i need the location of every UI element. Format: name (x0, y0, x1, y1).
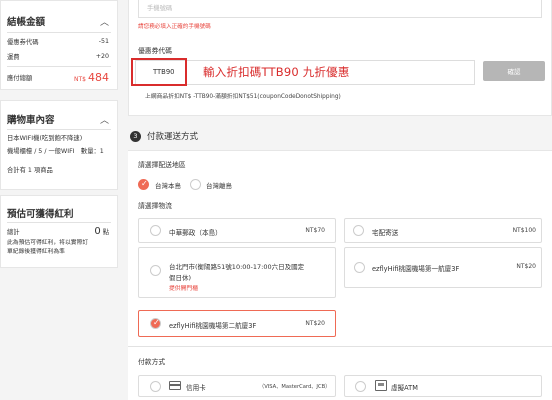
coupon-annotation: 輸入折扣碼TTB90 九折優惠 (203, 65, 350, 79)
coupon-discount-label: 優惠券代碼 (7, 39, 39, 46)
logistics-option-note: 提供開門櫃 (169, 286, 198, 292)
bonus-note-line2: 單紀錄後獲得紅利為準 (7, 249, 65, 255)
total-value: 484 (88, 71, 109, 84)
logistics-option-name: ezflyHifi桃園機場第一航廈3F (372, 265, 460, 273)
cart-contents-title: 購物車內容 (7, 115, 55, 126)
bonus-points-unit: 點 (102, 229, 109, 236)
checkout-main: 手機號碼 請您務必填入正確的手機號碼 優惠券代碼 TTB90 輸入折扣碼TTB9… (128, 0, 552, 400)
shipping-fee-label: 運費 (7, 54, 20, 61)
bonus-points: 0 點 (94, 226, 109, 237)
logistics-option-home-delivery[interactable]: 宅配寄送 NT$100 (344, 218, 542, 243)
coupon-highlight-box (131, 58, 187, 86)
payment-shipping-panel: 請選擇配送地區 台灣本島 台灣離島 請選擇物流 中華郵政（本島） NT$70 宅… (128, 150, 552, 400)
logistics-label: 請選擇物流 (138, 202, 172, 210)
coupon-confirm-button[interactable]: 確認 (483, 61, 545, 81)
logistics-option-name-line2: 假日休) (169, 274, 192, 282)
payment-option-atm[interactable]: 虛擬ATM (344, 375, 542, 397)
logistics-option-name-line1: 台北門市(衡陽路51號10:00-17:00六日及國定 (169, 263, 305, 271)
bonus-note-line1: 此為預估可得紅利，将以實際訂 (7, 240, 89, 246)
payment-radio[interactable] (150, 381, 161, 392)
region-option-main-island[interactable]: 台灣本島 (155, 180, 181, 190)
total-currency: NT$ (74, 76, 86, 83)
logistics-option-name: 宅配寄送 (372, 229, 399, 237)
bonus-points-title: 預估可獲得紅利 (7, 209, 74, 220)
bonus-total-row: 總計 0 點 (7, 226, 109, 237)
atm-icon (375, 380, 387, 391)
phone-number-field[interactable]: 手機號碼 (138, 0, 542, 18)
logistics-radio-selected[interactable] (150, 318, 161, 329)
total-amount: NT$ 484 (74, 71, 109, 84)
cart-contents-card: 購物車內容 ︿ 日本WIFI機(吃到飽不降速) 機場櫃檯 / 5 / 一般WIF… (0, 100, 118, 190)
bonus-points-value: 0 (94, 226, 101, 237)
phone-number-placeholder: 手機號碼 (147, 5, 173, 12)
region-radio-main-island[interactable] (138, 179, 149, 190)
logistics-option-taipei-store[interactable]: 台北門市(衡陽路51號10:00-17:00六日及國定 假日休) 提供開門櫃 (138, 247, 336, 298)
coupon-code-label: 優惠券代碼 (138, 47, 172, 55)
coupon-discount-row: 優惠券代碼 -51 (7, 37, 109, 46)
logistics-option-price: NT$70 (305, 227, 325, 234)
logistics-option-price: NT$20 (516, 263, 536, 270)
payment-method-label: 付款方式 (138, 358, 166, 366)
logistics-option-name: 中華郵政（本島） (169, 229, 222, 237)
payment-option-cards: （VISA、MasterCard、JCB） (259, 384, 331, 390)
total-row: 應付總額 NT$ 484 (7, 71, 109, 84)
phone-error-message: 請您務必填入正確的手機號碼 (138, 24, 211, 30)
logistics-option-name: ezflyHifi桃園機場第二航廈3F (169, 322, 257, 330)
total-label: 應付總額 (7, 75, 33, 82)
payment-option-credit-card[interactable]: 信用卡 （VISA、MasterCard、JCB） (138, 375, 336, 397)
logistics-option-post[interactable]: 中華郵政（本島） NT$70 (138, 218, 336, 243)
credit-card-icon (169, 381, 181, 390)
logistics-radio[interactable] (353, 225, 364, 236)
payment-radio[interactable] (355, 381, 366, 392)
logistics-radio[interactable] (150, 225, 161, 236)
logistics-option-airport-t1[interactable]: ezflyHifi桃園機場第一航廈3F NT$20 (344, 247, 542, 288)
logistics-radio[interactable] (354, 262, 365, 273)
bonus-total-label: 總計 (7, 229, 20, 236)
region-radio-outlying-islands[interactable] (190, 179, 201, 190)
logistics-option-airport-t2[interactable]: ezflyHifi桃園機場第二航廈3F NT$20 (138, 310, 336, 337)
step-number: 3 (130, 130, 141, 142)
region-option-outlying-islands[interactable]: 台灣離島 (206, 180, 232, 190)
bonus-points-card: 預估可獲得紅利 總計 0 點 此為預估可得紅利，将以實際訂 單紀錄後獲得紅利為準 (0, 195, 118, 268)
chevron-up-icon[interactable]: ︿ (100, 113, 109, 126)
payment-option-name: 信用卡 (186, 384, 206, 392)
cart-item-detail: 機場櫃檯 / 5 / 一般WIFI 數量：1 (7, 148, 104, 155)
shipping-fee-row: 運費 +20 (7, 52, 109, 61)
checkout-summary-title: 結帳金額 (7, 17, 46, 28)
coupon-discount-value: -51 (98, 38, 109, 45)
logistics-option-price: NT$100 (512, 227, 536, 234)
checkout-summary-card: 結帳金額 ︿ 優惠券代碼 -51 運費 +20 應付總額 NT$ 484 (0, 0, 118, 90)
shipping-fee-value: +20 (95, 53, 109, 60)
payment-shipping-section-header: 3 付款運送方式 (130, 130, 198, 142)
coupon-applied-note: 上網商品折扣NT$ -TTB90-滿額折扣NT$51(couponCodeDon… (145, 94, 341, 100)
cart-item-count: 合計有 1 項商品 (7, 167, 53, 174)
order-sidebar: 結帳金額 ︿ 優惠券代碼 -51 運費 +20 應付總額 NT$ 484 購物車… (0, 0, 118, 400)
payment-option-name: 虛擬ATM (391, 384, 418, 392)
cart-item-name: 日本WIFI機(吃到飽不降速) (7, 135, 83, 142)
logistics-option-price: NT$20 (305, 320, 325, 327)
chevron-up-icon[interactable]: ︿ (100, 15, 109, 28)
section-title: 付款運送方式 (147, 132, 199, 142)
logistics-radio[interactable] (150, 265, 161, 276)
region-label: 請選擇配送地區 (138, 161, 186, 169)
